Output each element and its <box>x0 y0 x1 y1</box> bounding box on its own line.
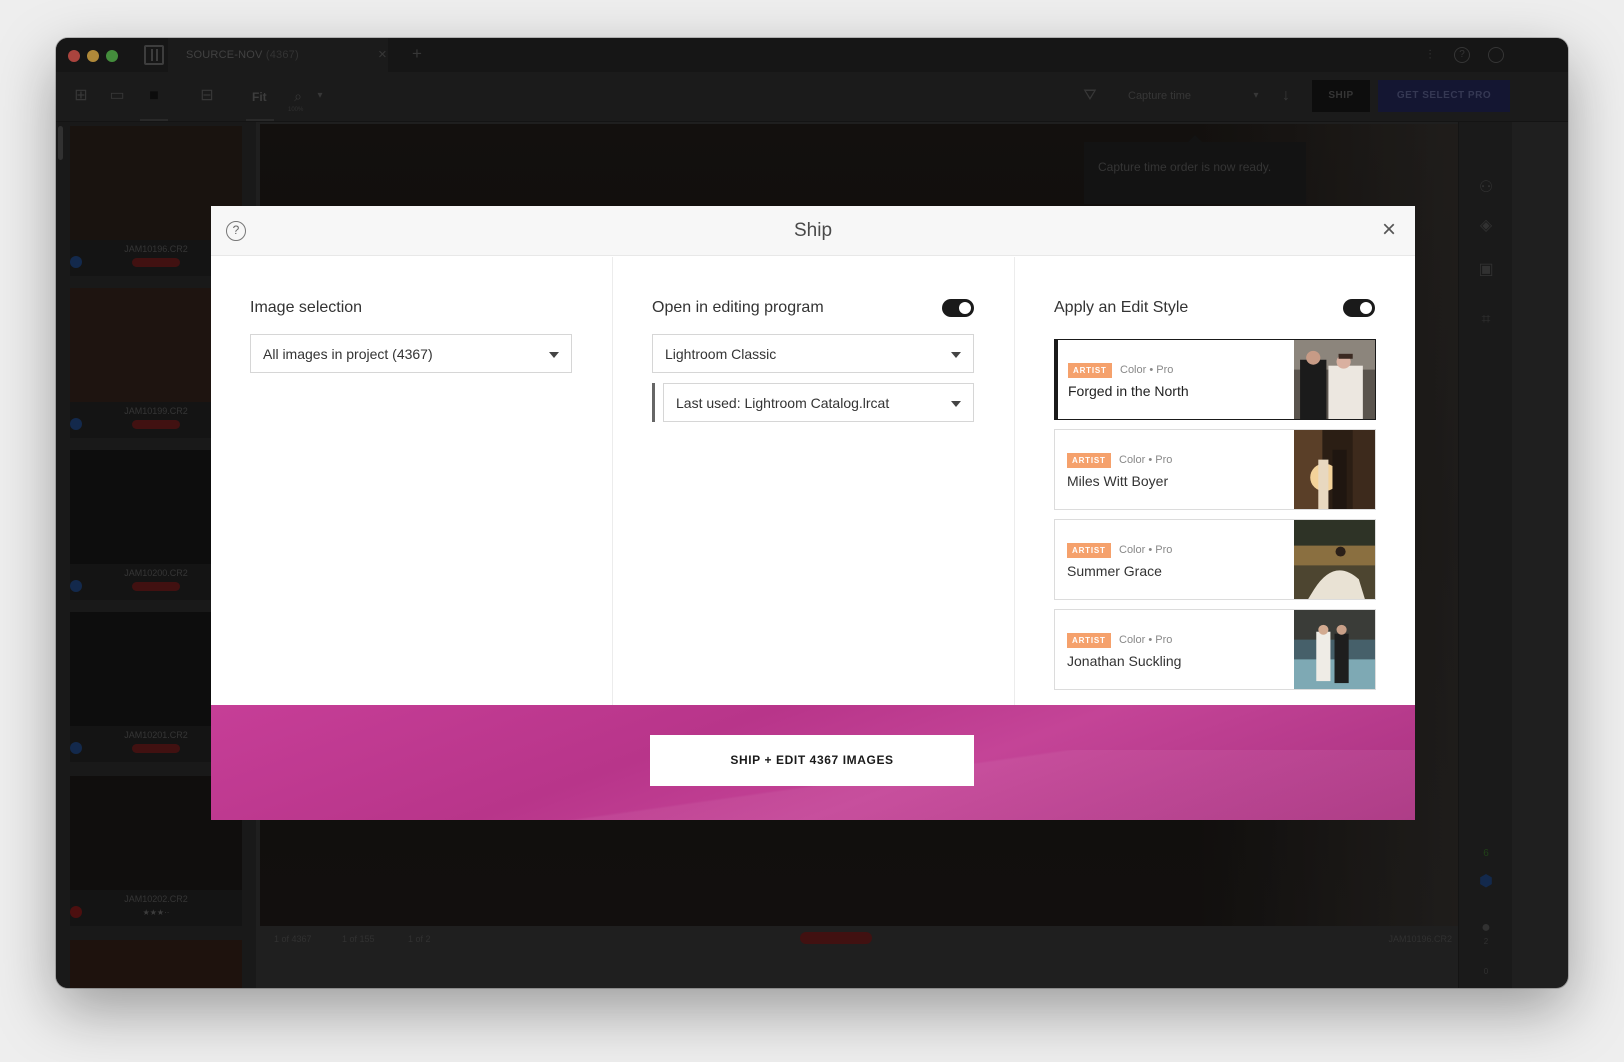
card-meta: Color • Pro <box>1119 454 1173 466</box>
image-selection-select[interactable]: All images in project (4367) <box>250 334 572 373</box>
modal-header: ? Ship × <box>211 206 1415 256</box>
image-selection-value: All images in project (4367) <box>263 346 433 362</box>
editing-program-toggle[interactable] <box>942 299 974 317</box>
modal-footer: SHIP + EDIT 4367 IMAGES <box>211 705 1415 820</box>
image-selection-heading: Image selection <box>250 299 363 316</box>
editing-program-heading: Open in editing program <box>652 299 824 316</box>
caret-down-icon <box>549 352 559 358</box>
edit-style-card-forged-in-the-north[interactable]: ARTIST Color • Pro Forged in the North <box>1054 339 1376 420</box>
catalog-select[interactable]: Last used: Lightroom Catalog.lrcat <box>663 383 974 422</box>
edit-style-card-miles-witt-boyer[interactable]: ARTIST Color • Pro Miles Witt Boyer <box>1054 429 1376 510</box>
artist-badge: ARTIST <box>1067 633 1111 648</box>
card-name: Miles Witt Boyer <box>1067 473 1169 489</box>
ship-edit-button[interactable]: SHIP + EDIT 4367 IMAGES <box>650 735 974 786</box>
image-selection-column: Image selection All images in project (4… <box>211 257 613 705</box>
edit-style-heading: Apply an Edit Style <box>1054 299 1189 316</box>
editing-program-value: Lightroom Classic <box>665 346 777 362</box>
card-meta: Color • Pro <box>1119 544 1173 556</box>
card-name: Forged in the North <box>1068 383 1189 399</box>
style-preview-image <box>1294 520 1375 599</box>
edit-style-column: Apply an Edit Style ARTIST Color • Pro F… <box>1015 257 1415 705</box>
style-preview-image <box>1294 610 1375 689</box>
edit-style-card-jonathan-suckling[interactable]: ARTIST Color • Pro Jonathan Suckling <box>1054 609 1376 690</box>
catalog-indent-bar <box>652 383 655 422</box>
card-meta: Color • Pro <box>1120 364 1174 376</box>
close-icon[interactable]: × <box>1377 218 1401 242</box>
catalog-value: Last used: Lightroom Catalog.lrcat <box>676 395 890 411</box>
edit-style-toggle[interactable] <box>1343 299 1375 317</box>
card-meta: Color • Pro <box>1119 634 1173 646</box>
ship-modal: ? Ship × Image selection All images in p… <box>211 206 1415 820</box>
edit-style-card-summer-grace[interactable]: ARTIST Color • Pro Summer Grace <box>1054 519 1376 600</box>
modal-title: Ship <box>793 220 833 241</box>
card-name: Summer Grace <box>1067 563 1162 579</box>
style-preview-image <box>1294 340 1375 419</box>
editing-program-column: Open in editing program Lightroom Classi… <box>613 257 1015 705</box>
card-name: Jonathan Suckling <box>1067 653 1182 669</box>
artist-badge: ARTIST <box>1067 543 1111 558</box>
caret-down-icon <box>951 401 961 407</box>
artist-badge: ARTIST <box>1068 363 1112 378</box>
caret-down-icon <box>951 352 961 358</box>
style-preview-image <box>1294 430 1375 509</box>
editing-program-select[interactable]: Lightroom Classic <box>652 334 974 373</box>
artist-badge: ARTIST <box>1067 453 1111 468</box>
